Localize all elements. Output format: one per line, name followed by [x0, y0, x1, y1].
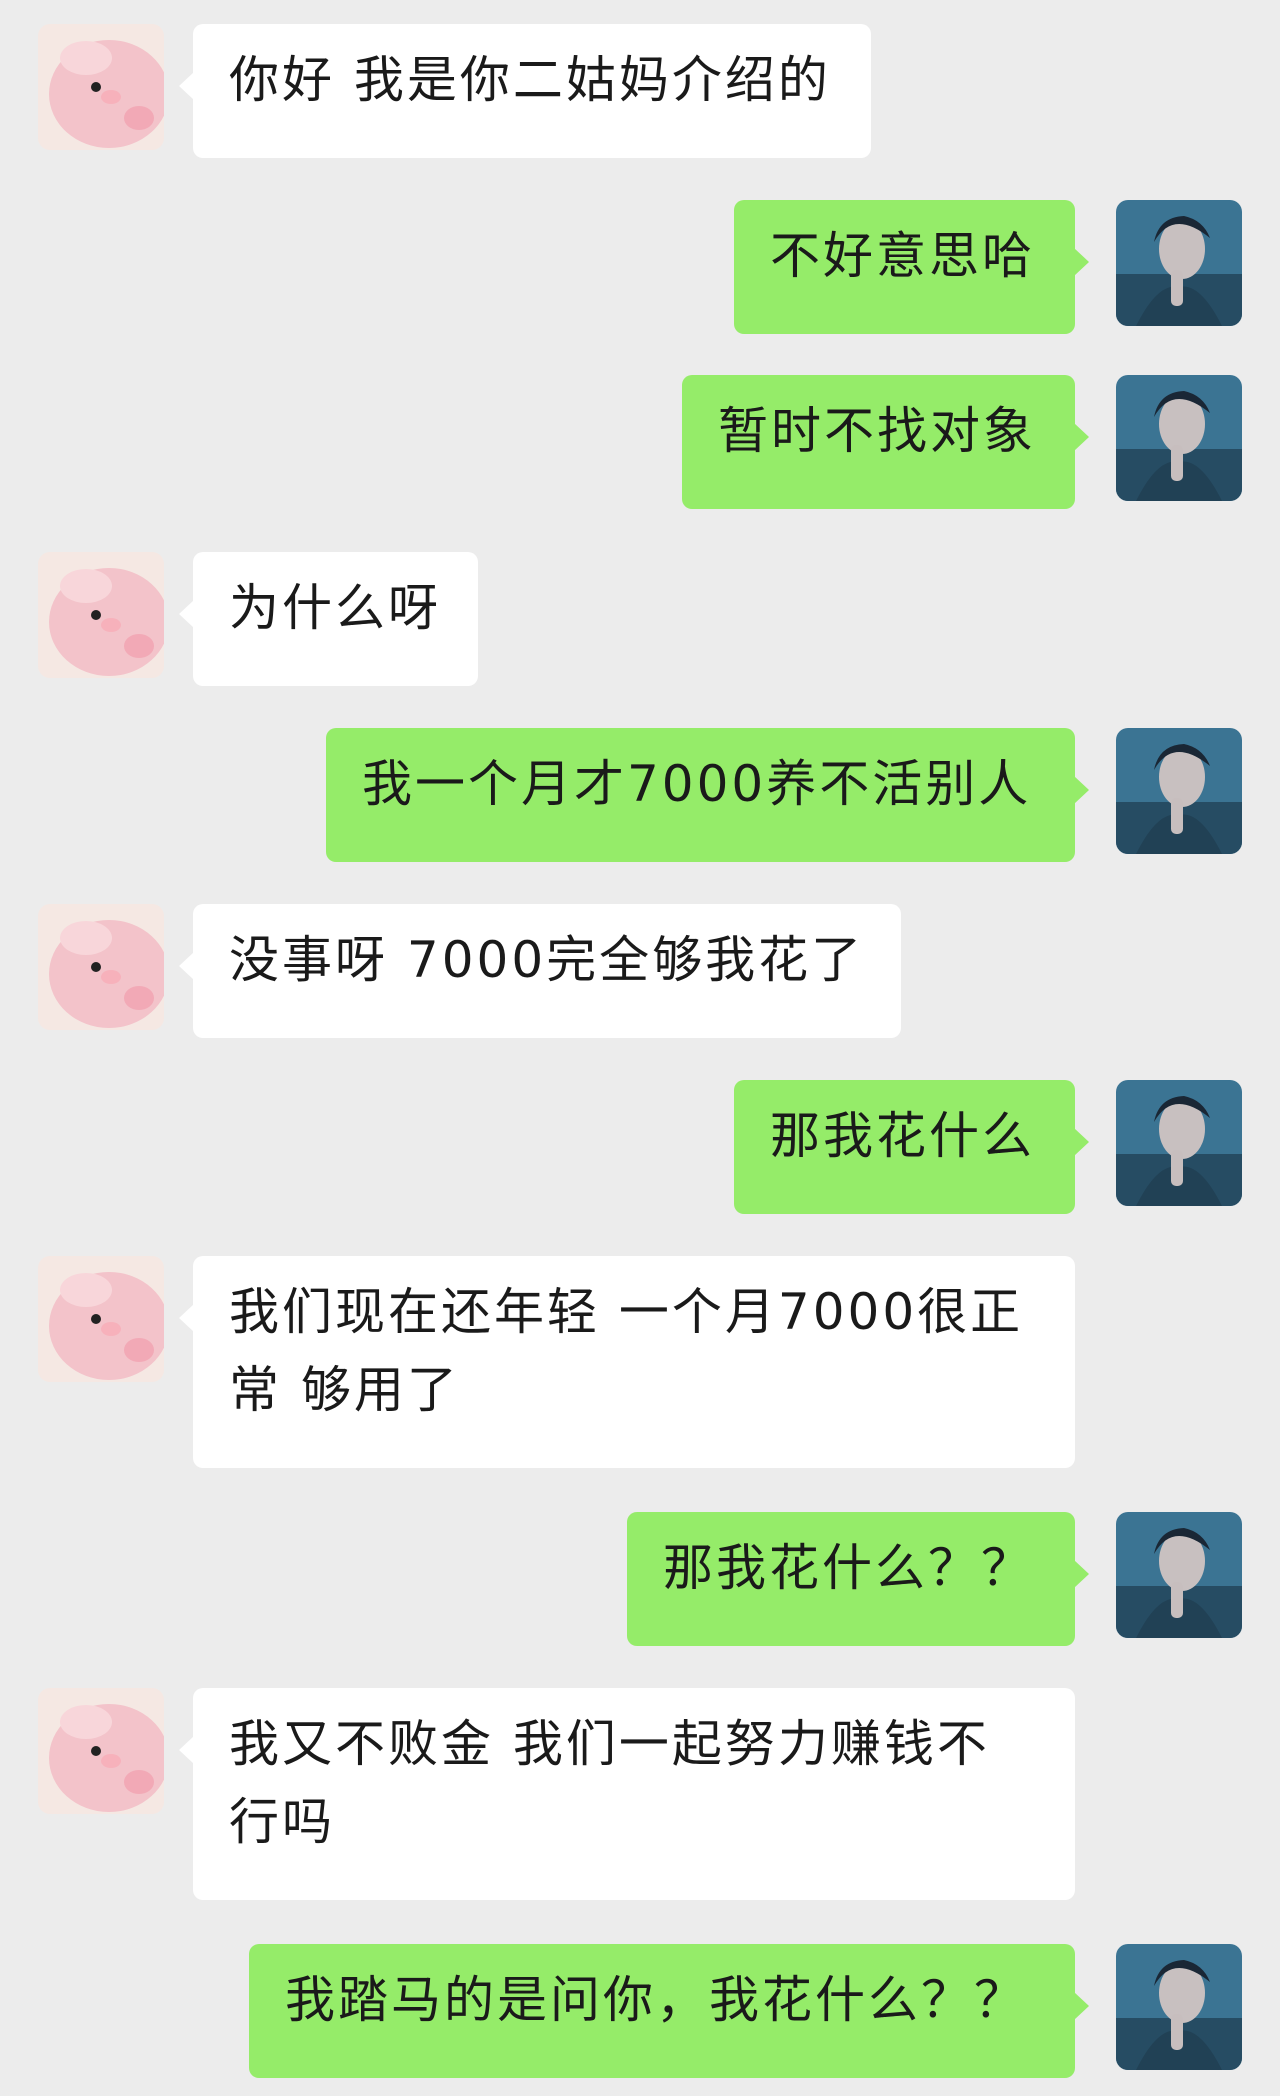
message-bubble-incoming[interactable]: 没事呀 7000完全够我花了 — [179, 904, 901, 1038]
user-avatar-icon[interactable] — [1116, 1944, 1242, 2070]
message-bubble-outgoing[interactable]: 我一个月才7000养不活别人 — [326, 728, 1089, 862]
message-bubble-incoming[interactable]: 为什么呀 — [179, 552, 478, 686]
message-bubble-incoming[interactable]: 我又不败金 我们一起努力赚钱不行吗 — [179, 1688, 1075, 1900]
message-bubble-outgoing[interactable]: 那我花什么 — [734, 1080, 1089, 1214]
user-avatar-icon[interactable] — [1116, 375, 1242, 501]
contact-avatar-icon[interactable] — [38, 1688, 164, 1814]
user-avatar-icon[interactable] — [1116, 728, 1242, 854]
user-avatar-icon[interactable] — [1116, 1080, 1242, 1206]
message-bubble-outgoing[interactable]: 暂时不找对象 — [682, 375, 1089, 509]
message-bubble-outgoing[interactable]: 不好意思哈 — [734, 200, 1089, 334]
message-bubble-incoming[interactable]: 我们现在还年轻 一个月7000很正常 够用了 — [179, 1256, 1075, 1468]
message-bubble-incoming[interactable]: 你好 我是你二姑妈介绍的 — [179, 24, 871, 158]
user-avatar-icon[interactable] — [1116, 1512, 1242, 1638]
user-avatar-icon[interactable] — [1116, 200, 1242, 326]
contact-avatar-icon[interactable] — [38, 552, 164, 678]
contact-avatar-icon[interactable] — [38, 24, 164, 150]
contact-avatar-icon[interactable] — [38, 904, 164, 1030]
message-bubble-outgoing[interactable]: 我踏马的是问你，我花什么？？ — [249, 1944, 1089, 2078]
message-bubble-outgoing[interactable]: 那我花什么？？ — [627, 1512, 1089, 1646]
chat-conversation: 你好 我是你二姑妈介绍的 不好意思哈 暂时不找对象 为什么呀 我一个月才7000… — [0, 0, 1280, 2096]
contact-avatar-icon[interactable] — [38, 1256, 164, 1382]
